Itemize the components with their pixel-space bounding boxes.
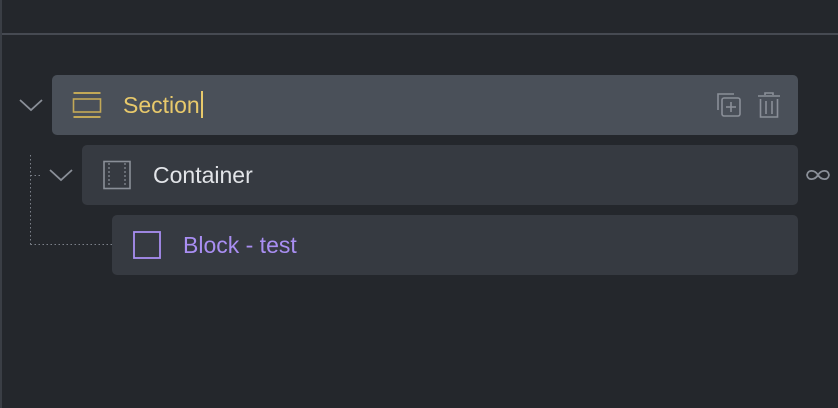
block-icon <box>132 230 162 260</box>
tree-row-section[interactable]: Section <box>52 75 798 135</box>
tree-row-block[interactable]: Block - test <box>112 215 798 275</box>
section-label-text: Section <box>123 92 200 118</box>
infinity-icon <box>806 169 830 181</box>
tree-row-label-block[interactable]: Block - test <box>183 215 297 275</box>
section-collapse-toggle[interactable] <box>18 92 44 118</box>
chevron-down-icon <box>49 169 73 182</box>
duplicate-icon <box>717 93 741 117</box>
chevron-down-icon <box>19 99 43 112</box>
structure-panel: Section Container Block - test <box>0 0 838 408</box>
section-icon <box>72 90 102 120</box>
tree-row-container[interactable]: Container <box>82 145 798 205</box>
tree-row-label-section[interactable]: Section <box>123 75 203 135</box>
trash-icon <box>758 92 780 118</box>
text-caret <box>200 91 203 119</box>
container-icon <box>102 160 132 190</box>
container-collapse-toggle[interactable] <box>48 162 74 188</box>
duplicate-button[interactable] <box>714 90 744 120</box>
tree-row-label-container[interactable]: Container <box>153 145 253 205</box>
delete-button[interactable] <box>754 90 784 120</box>
global-link-button[interactable] <box>802 160 834 190</box>
